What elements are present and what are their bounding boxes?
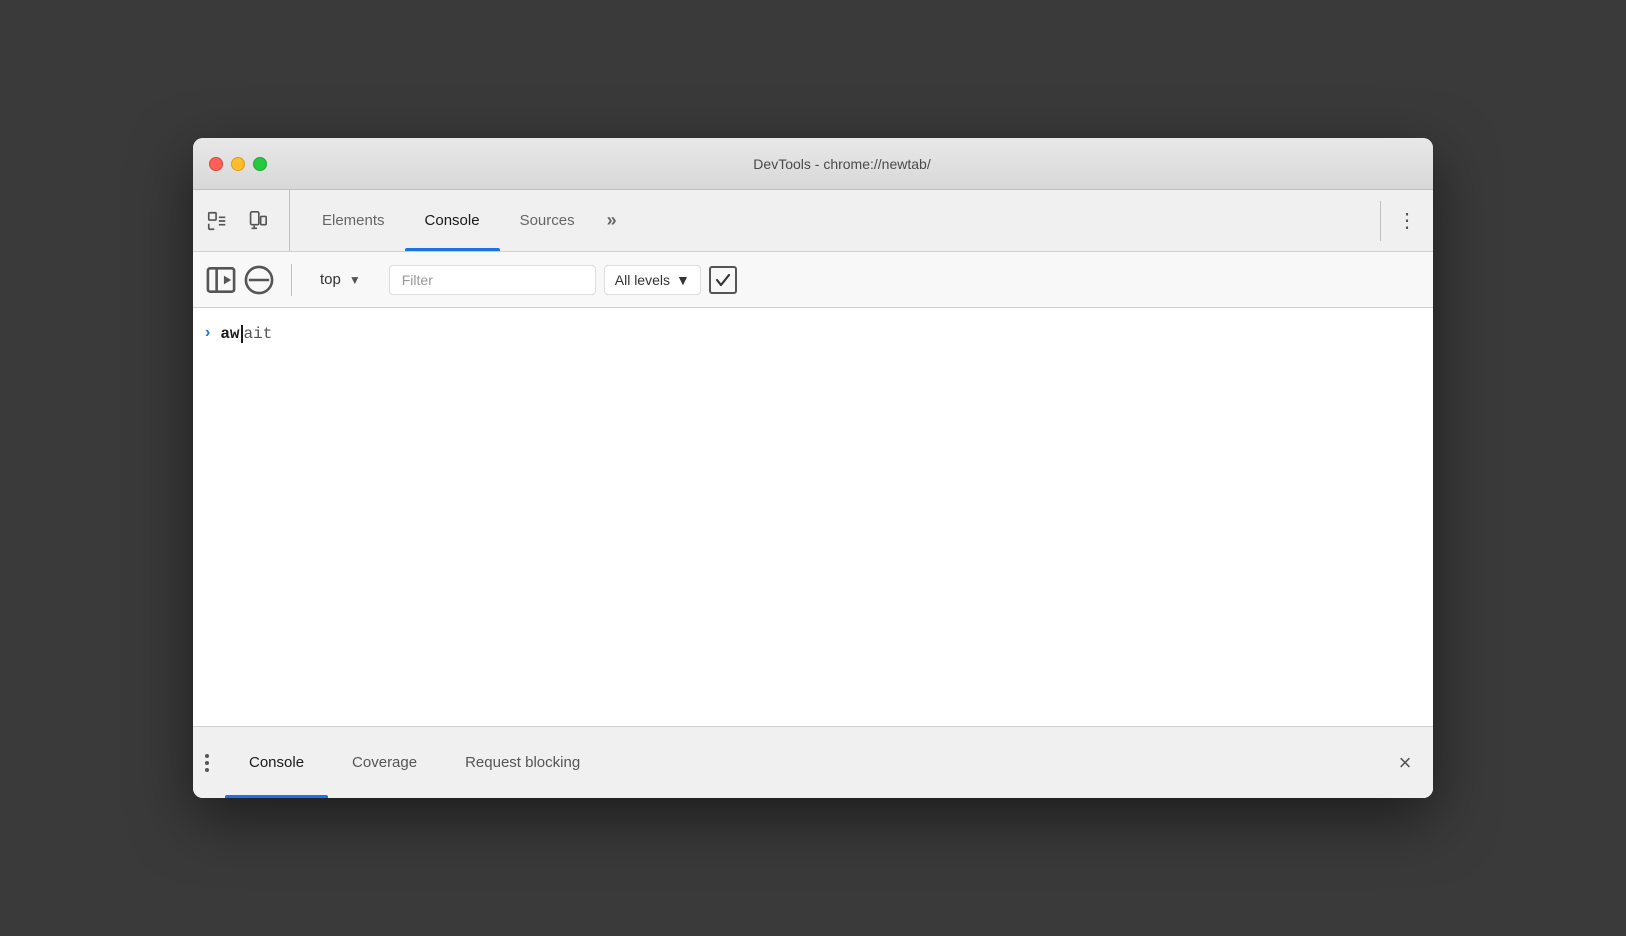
text-cursor <box>241 325 243 343</box>
dot-3 <box>205 768 209 772</box>
bottom-drawer: Console Coverage Request blocking × <box>193 726 1433 798</box>
console-toolbar: top ▼ All levels ▼ <box>193 252 1433 308</box>
traffic-lights <box>209 157 267 171</box>
show-sidebar-button[interactable] <box>205 264 237 296</box>
entry-content: await <box>220 322 272 346</box>
drawer-tab-coverage[interactable]: Coverage <box>328 727 441 798</box>
log-levels-arrow: ▼ <box>676 272 690 288</box>
inspect-element-button[interactable] <box>201 205 233 237</box>
device-toolbar-button[interactable] <box>241 205 273 237</box>
settings-checkbox[interactable] <box>709 266 737 294</box>
tab-elements[interactable]: Elements <box>302 190 405 251</box>
tab-separator <box>1380 201 1381 241</box>
maximize-button[interactable] <box>253 157 267 171</box>
dot-2 <box>205 761 209 765</box>
filter-input[interactable] <box>389 265 596 295</box>
console-toolbar-icons <box>205 264 292 296</box>
drawer-tab-console[interactable]: Console <box>225 727 328 798</box>
drawer-tabs: Console Coverage Request blocking <box>225 727 604 798</box>
entry-light-text: ait <box>244 325 273 343</box>
close-button[interactable] <box>209 157 223 171</box>
log-levels-label: All levels <box>615 272 670 288</box>
top-tab-bar: Elements Console Sources » ⋮ <box>193 190 1433 252</box>
context-selector[interactable]: top ▼ <box>308 265 373 294</box>
devtools-menu-button[interactable]: ⋮ <box>1389 208 1425 233</box>
console-entry: › await <box>193 316 1433 353</box>
filter-area: All levels ▼ <box>389 265 1421 295</box>
devtools-window: DevTools - chrome://newtab/ <box>193 138 1433 798</box>
main-tabs: Elements Console Sources » <box>302 190 1372 251</box>
log-levels-selector[interactable]: All levels ▼ <box>604 265 701 295</box>
drawer-tab-request-blocking[interactable]: Request blocking <box>441 727 604 798</box>
context-dropdown-arrow: ▼ <box>349 273 361 287</box>
window-title: DevTools - chrome://newtab/ <box>267 156 1417 172</box>
entry-expand-chevron[interactable]: › <box>205 324 210 342</box>
tab-console[interactable]: Console <box>405 190 500 251</box>
close-drawer-button[interactable]: × <box>1389 747 1421 779</box>
tab-sources[interactable]: Sources <box>500 190 595 251</box>
context-value: top <box>320 271 341 288</box>
minimize-button[interactable] <box>231 157 245 171</box>
entry-bold-text: aw <box>220 325 239 343</box>
devtools-panel: Elements Console Sources » ⋮ <box>193 190 1433 798</box>
tab-bar-icons <box>201 190 290 251</box>
more-tabs-button[interactable]: » <box>595 190 629 251</box>
drawer-menu-button[interactable] <box>205 754 209 772</box>
dot-1 <box>205 754 209 758</box>
console-output: › await <box>193 308 1433 726</box>
title-bar: DevTools - chrome://newtab/ <box>193 138 1433 190</box>
clear-console-button[interactable] <box>243 264 275 296</box>
